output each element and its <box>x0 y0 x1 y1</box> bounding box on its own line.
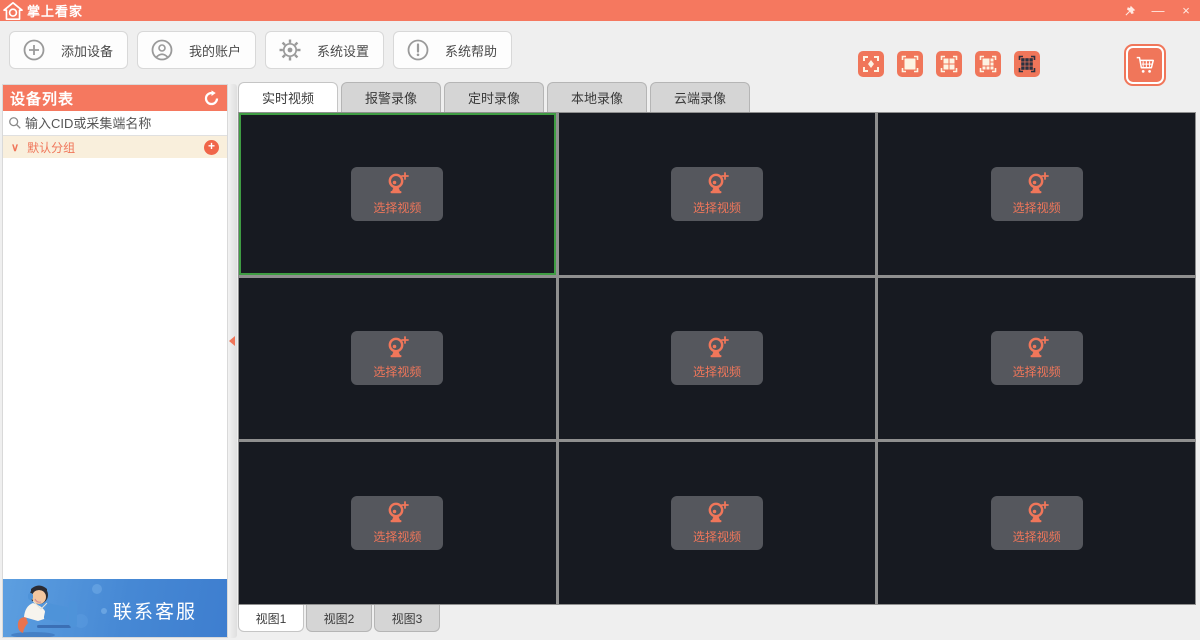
app-logo-icon <box>3 1 23 20</box>
device-list <box>3 158 227 579</box>
video-cell-5[interactable]: 选择视频 <box>558 277 876 440</box>
webcam-add-icon <box>1028 171 1049 194</box>
video-cell-3[interactable]: 选择视频 <box>878 113 1195 275</box>
tab-scheduled-recording[interactable]: 定时录像 <box>444 82 544 112</box>
select-video-button[interactable]: 选择视频 <box>670 166 763 221</box>
my-account-label: 我的账户 <box>189 43 242 59</box>
webcam-add-icon <box>388 171 410 194</box>
help-icon <box>407 39 429 61</box>
select-video-label: 选择视频 <box>692 200 741 215</box>
add-device-label: 添加设备 <box>61 43 114 59</box>
add-group-icon[interactable]: + <box>204 139 219 155</box>
quad-view-layout-button[interactable] <box>936 51 962 77</box>
select-video-button[interactable]: 选择视频 <box>990 166 1083 221</box>
contact-support-banner[interactable]: 联系客服 <box>3 579 227 637</box>
layout-switcher <box>858 51 1040 77</box>
select-video-button[interactable]: 选择视频 <box>990 496 1083 551</box>
pin-icon[interactable] <box>1116 0 1144 21</box>
webcam-add-icon <box>1028 501 1049 523</box>
video-cell-1[interactable]: 选择视频 <box>239 113 556 275</box>
view-tabs: 视图1 视图2 视图3 <box>238 605 442 632</box>
sidebar-collapse-handle[interactable] <box>228 84 237 638</box>
system-settings-button[interactable]: 系统设置 <box>265 31 385 69</box>
webcam-add-icon <box>1028 336 1049 358</box>
system-help-label: 系统帮助 <box>445 43 498 59</box>
mixed-view-layout-button[interactable] <box>975 51 1001 77</box>
select-video-label: 选择视频 <box>692 365 741 380</box>
app-title: 掌上看家 <box>27 4 84 19</box>
video-mode-tabs: 实时视频 报警录像 定时录像 本地录像 云端录像 <box>238 82 753 112</box>
tab-cloud-recording[interactable]: 云端录像 <box>650 82 750 112</box>
select-video-button[interactable]: 选择视频 <box>351 331 444 386</box>
select-video-button[interactable]: 选择视频 <box>351 496 444 551</box>
video-cell-8[interactable]: 选择视频 <box>558 442 876 604</box>
app-window: 掌上看家 — × 添加设备 我的账户 系统设置 系统帮助 设备列表 输入CID或… <box>0 0 1200 640</box>
fullscreen-layout-button[interactable] <box>858 51 884 77</box>
select-video-label: 选择视频 <box>692 530 741 545</box>
search-icon <box>9 117 21 129</box>
add-device-icon <box>23 39 45 61</box>
select-video-label: 选择视频 <box>1012 530 1061 545</box>
nine-view-layout-button[interactable] <box>1014 51 1040 77</box>
single-view-layout-button[interactable] <box>897 51 923 77</box>
select-video-button[interactable]: 选择视频 <box>990 331 1083 386</box>
device-search-input[interactable] <box>25 115 222 131</box>
tab-live-video[interactable]: 实时视频 <box>238 82 338 112</box>
device-search <box>3 111 227 136</box>
device-group-row[interactable]: ∨ 默认分组 + <box>3 136 227 158</box>
select-video-label: 选择视频 <box>373 365 422 380</box>
titlebar: 掌上看家 — × <box>0 0 1200 21</box>
tab-view-2[interactable]: 视图2 <box>306 605 372 632</box>
video-cell-6[interactable]: 选择视频 <box>878 277 1195 440</box>
select-video-label: 选择视频 <box>373 530 422 545</box>
tab-local-recording[interactable]: 本地录像 <box>547 82 647 112</box>
webcam-add-icon <box>388 501 410 523</box>
system-help-button[interactable]: 系统帮助 <box>393 31 513 69</box>
tab-alarm-recording[interactable]: 报警录像 <box>341 82 441 112</box>
select-video-button[interactable]: 选择视频 <box>351 166 444 221</box>
tab-view-3[interactable]: 视图3 <box>374 605 440 632</box>
webcam-add-icon <box>708 171 729 194</box>
select-video-label: 选择视频 <box>1012 365 1061 380</box>
contact-support-label: 联系客服 <box>113 602 198 623</box>
select-video-button[interactable]: 选择视频 <box>670 331 763 386</box>
webcam-add-icon <box>708 336 729 358</box>
device-list-header: 设备列表 <box>3 85 227 111</box>
webcam-add-icon <box>708 501 729 523</box>
collapse-arrow-icon <box>229 336 235 346</box>
webcam-add-icon <box>388 336 410 358</box>
select-video-label: 选择视频 <box>373 200 422 215</box>
group-label: 默认分组 <box>27 140 76 155</box>
settings-gear-icon <box>279 39 301 61</box>
select-video-label: 选择视频 <box>1012 200 1061 215</box>
video-cell-9[interactable]: 选择视频 <box>878 442 1195 604</box>
my-account-button[interactable]: 我的账户 <box>137 31 257 69</box>
store-cart-button[interactable] <box>1124 44 1166 86</box>
device-sidebar: 设备列表 ∨ 默认分组 + <box>2 84 228 638</box>
account-icon <box>151 39 173 61</box>
support-agent-illustration <box>11 584 107 637</box>
video-cell-7[interactable]: 选择视频 <box>239 442 556 604</box>
minimize-button[interactable]: — <box>1144 0 1172 21</box>
device-list-title: 设备列表 <box>10 90 75 108</box>
refresh-icon[interactable] <box>203 89 220 107</box>
add-device-button[interactable]: 添加设备 <box>9 31 129 69</box>
select-video-button[interactable]: 选择视频 <box>670 496 763 551</box>
close-button[interactable]: × <box>1172 0 1200 21</box>
video-cell-2[interactable]: 选择视频 <box>558 113 876 275</box>
video-grid: 选择视频 选择视频 选择视频 选择视频 选择视频 选择视频 选择视频 选择视频 选择视频 <box>238 112 1196 605</box>
cart-icon <box>1136 56 1154 73</box>
chevron-down-icon[interactable]: ∨ <box>11 141 19 154</box>
tab-view-1[interactable]: 视图1 <box>238 605 304 632</box>
system-settings-label: 系统设置 <box>317 43 370 59</box>
video-cell-4[interactable]: 选择视频 <box>239 277 556 440</box>
